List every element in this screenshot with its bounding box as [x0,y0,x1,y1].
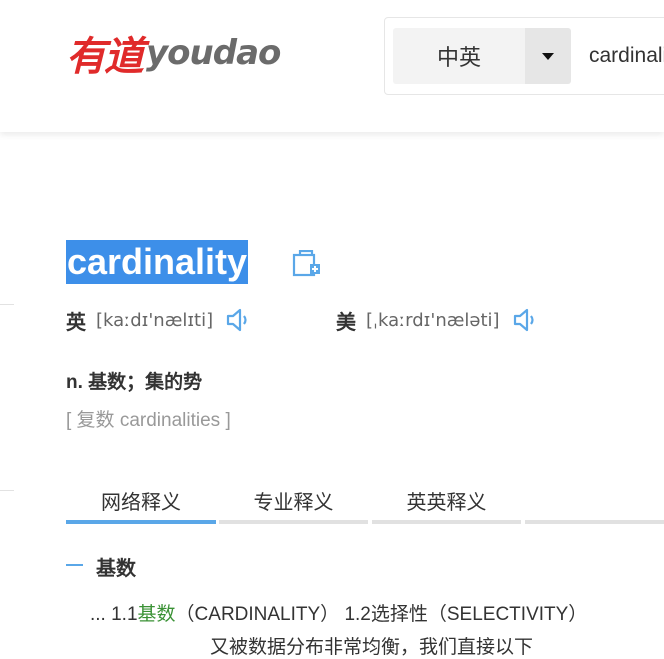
language-dropdown-button[interactable] [525,28,571,84]
logo-chinese-text: 有道 [66,33,144,80]
definition-tabs: 网络释义 专业释义 英英释义 [66,482,664,524]
plural-form: [ 复数 cardinalities ] [66,410,231,431]
phonetic-us: [ˌkaːrdɪ'næləti] [366,309,500,331]
left-edge-divider [0,304,14,305]
chevron-down-icon [542,52,554,60]
pronunciation-us-label: 美 [336,311,356,334]
pronunciation-uk: 英 [kaːdɪ'nælɪti] [66,306,249,334]
basic-definition: n. 基数；集的势 [66,372,203,393]
pronunciation-us: 美 [ˌkaːrdɪ'næləti] [336,306,536,334]
speaker-icon[interactable] [512,306,536,334]
web-definition-title[interactable]: 基数 [96,552,136,581]
search-input[interactable] [589,28,664,84]
tab-professional-definition[interactable]: 专业释义 [219,482,368,518]
phonetic-uk: [kaːdɪ'nælɪti] [96,309,214,331]
top-header: 有道 youdao 中英 [0,0,664,132]
tab-indicator-active [66,520,216,524]
web-example-line: ... 1.1基数（CARDINALITY） 1.2选择性（SELECTIVIT… [90,599,587,626]
logo-english-text: youdao [146,33,281,73]
left-edge-divider [0,490,14,491]
tab-indicator [372,520,521,524]
speaker-icon[interactable] [225,306,249,334]
tab-english-english-definition[interactable]: 英英释义 [372,482,521,518]
tab-indicator [525,520,664,524]
headword: cardinality [66,240,249,284]
add-to-wordbook-icon[interactable] [292,250,322,278]
web-example-line-2: 又被数据分布非常均衡，我们直接以下 [210,637,534,658]
web-example-highlight: 基数 [137,604,176,625]
tab-indicator [219,520,368,524]
collapse-dash-icon[interactable] [66,564,83,566]
search-box: 中英 [384,17,664,95]
web-example-rest: （CARDINALITY） 1.2选择性（SELECTIVITY） [175,604,588,625]
pronunciation-uk-label: 英 [66,311,86,334]
youdao-logo[interactable]: 有道 youdao [66,22,281,84]
language-selector[interactable]: 中英 [393,28,525,84]
tab-web-definition[interactable]: 网络释义 [66,482,216,518]
web-example-prefix: ... 1.1 [90,604,138,625]
